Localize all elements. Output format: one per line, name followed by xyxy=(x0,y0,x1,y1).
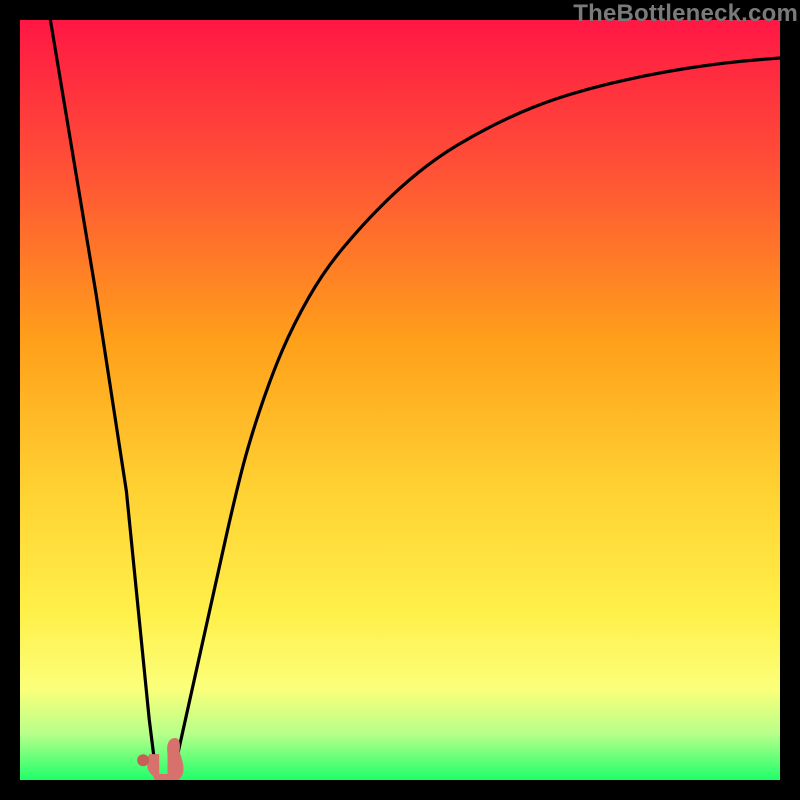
trough-marker-pip xyxy=(137,754,149,766)
chart-frame xyxy=(20,20,780,780)
gradient-background xyxy=(20,20,780,780)
watermark-text: TheBottleneck.com xyxy=(573,0,798,28)
bottleneck-chart xyxy=(20,20,780,780)
